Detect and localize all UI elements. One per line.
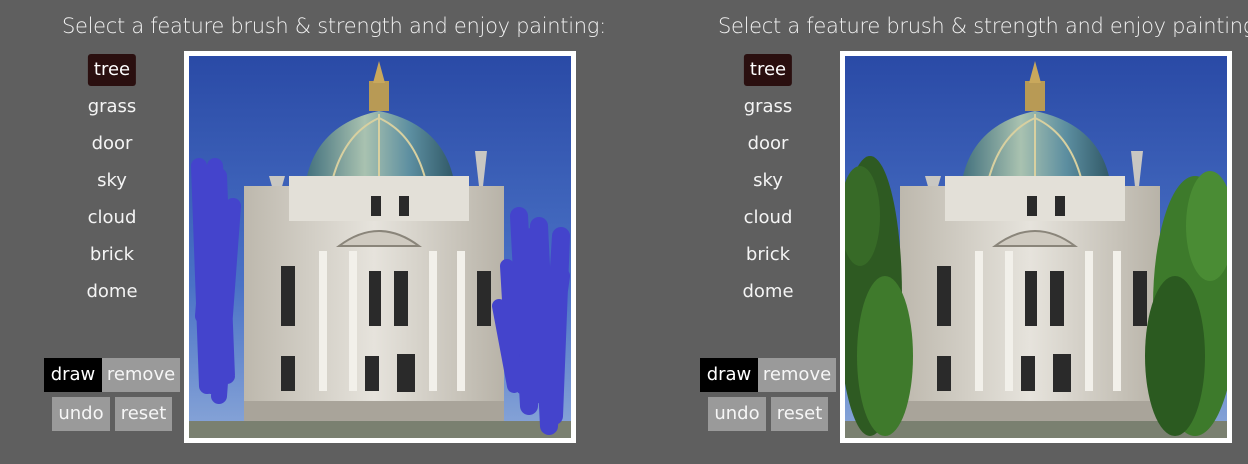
reset-button[interactable]: reset — [115, 397, 172, 431]
brush-brick[interactable]: brick — [84, 239, 140, 271]
right-panel: Select a feature brush & strength and en… — [656, 0, 1248, 464]
brush-grass[interactable]: grass — [738, 91, 799, 123]
brush-dome[interactable]: dome — [80, 276, 143, 308]
building-image — [189, 56, 571, 438]
left-panel: Select a feature brush & strength and en… — [0, 0, 606, 464]
brush-grass[interactable]: grass — [82, 91, 143, 123]
draw-button[interactable]: draw — [44, 358, 102, 392]
instruction-title: Select a feature brush & strength and en… — [718, 14, 1248, 38]
brush-door[interactable]: door — [742, 128, 795, 160]
draw-button[interactable]: draw — [700, 358, 758, 392]
painting-canvas[interactable] — [840, 51, 1232, 443]
undo-button[interactable]: undo — [52, 397, 110, 431]
undo-button[interactable]: undo — [708, 397, 766, 431]
brush-dome[interactable]: dome — [736, 276, 799, 308]
reset-button[interactable]: reset — [771, 397, 828, 431]
brush-tree[interactable]: tree — [87, 54, 137, 86]
brush-sky[interactable]: sky — [747, 165, 789, 197]
brush-cloud[interactable]: cloud — [82, 202, 143, 234]
remove-button[interactable]: remove — [758, 358, 836, 392]
instruction-title: Select a feature brush & strength and en… — [62, 14, 606, 38]
painting-canvas[interactable] — [184, 51, 576, 443]
brush-brick[interactable]: brick — [740, 239, 796, 271]
building-image — [845, 56, 1227, 438]
brush-door[interactable]: door — [86, 128, 139, 160]
remove-button[interactable]: remove — [102, 358, 180, 392]
brush-cloud[interactable]: cloud — [738, 202, 799, 234]
brush-tree[interactable]: tree — [743, 54, 793, 86]
brush-sky[interactable]: sky — [91, 165, 133, 197]
